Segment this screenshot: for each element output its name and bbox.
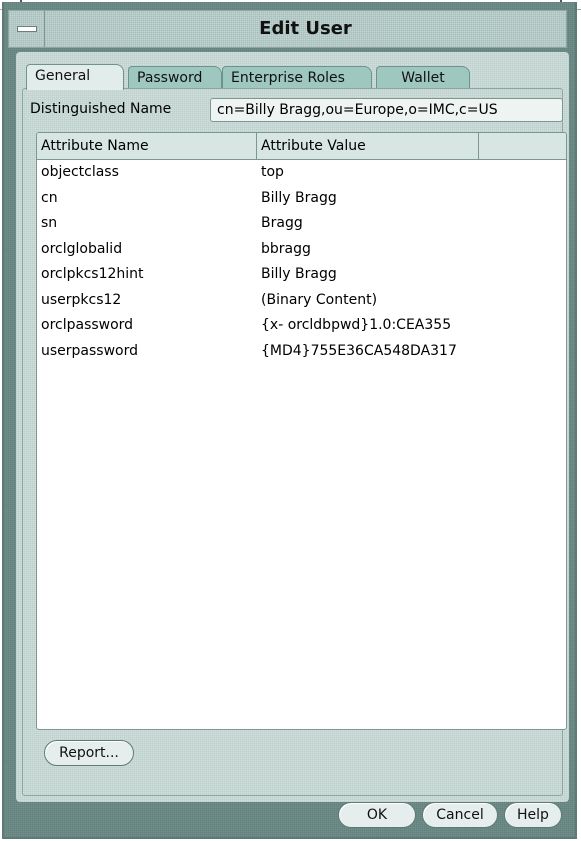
dialog-content: General Password Enterprise Roles Wallet… [16,52,569,802]
table-row[interactable]: orclglobalid bbragg [37,237,566,263]
attribute-name-cell: objectclass [41,164,119,180]
attribute-name-cell: orclglobalid [41,240,123,257]
window-menu-button[interactable] [9,11,45,47]
attribute-value-cell: Billy Bragg [261,189,337,206]
attribute-value-cell: Billy Bragg [261,266,337,282]
tab-wallet[interactable]: Wallet [376,66,470,88]
distinguished-name-label: Distinguished Name [30,101,172,117]
window-menu-icon [16,26,37,32]
table-body: objectclass top cn Billy Bragg sn Bragg … [37,160,566,364]
table-row[interactable]: cn Billy Bragg [37,186,566,212]
attribute-name-cell: orclpassword [41,317,134,333]
tab-enterprise-roles[interactable]: Enterprise Roles [222,66,372,88]
attribute-value-cell: (Binary Content) [261,291,378,308]
attribute-name-cell: cn [41,189,58,206]
attribute-value-cell: {x- orcldbpwd}1.0:CEA355 [261,317,452,333]
column-header-attribute-name[interactable]: Attribute Name [37,133,257,159]
table-row[interactable]: orclpassword {x- orcldbpwd}1.0:CEA355 [37,313,566,339]
distinguished-name-field[interactable]: cn=Billy Bragg,ou=Europe,o=IMC,c=US [210,98,563,122]
table-header: Attribute Name Attribute Value [37,133,566,160]
attribute-value-cell: {MD4}755E36CA548DA317 [261,342,457,359]
report-button[interactable]: Report... [44,740,134,766]
attribute-value-cell: bbragg [261,240,311,257]
attribute-name-cell: userpassword [41,342,139,359]
help-button[interactable]: Help [504,802,562,828]
table-row[interactable]: userpkcs12 (Binary Content) [37,288,566,314]
attribute-value-cell: top [261,164,284,180]
tab-general[interactable]: General [26,64,124,90]
window-title: Edit User [259,18,352,39]
column-header-attribute-value[interactable]: Attribute Value [257,133,479,159]
attribute-name-cell: sn [41,215,58,231]
table-row[interactable]: sn Bragg [37,211,566,237]
tab-password[interactable]: Password [128,66,222,88]
table-row[interactable]: objectclass top [37,160,566,186]
title-bar[interactable]: Edit User [8,10,567,48]
cancel-button[interactable]: Cancel [422,802,498,828]
attribute-value-cell: Bragg [261,215,303,231]
attribute-name-cell: orclpkcs12hint [41,266,144,282]
table-row[interactable]: userpassword {MD4}755E36CA548DA317 [37,339,566,365]
attributes-table[interactable]: Attribute Name Attribute Value objectcla… [36,132,567,730]
column-header-filler [479,133,566,159]
ok-button[interactable]: OK [338,802,416,828]
attribute-name-cell: userpkcs12 [41,291,122,308]
table-row[interactable]: orclpkcs12hint Billy Bragg [37,262,566,288]
